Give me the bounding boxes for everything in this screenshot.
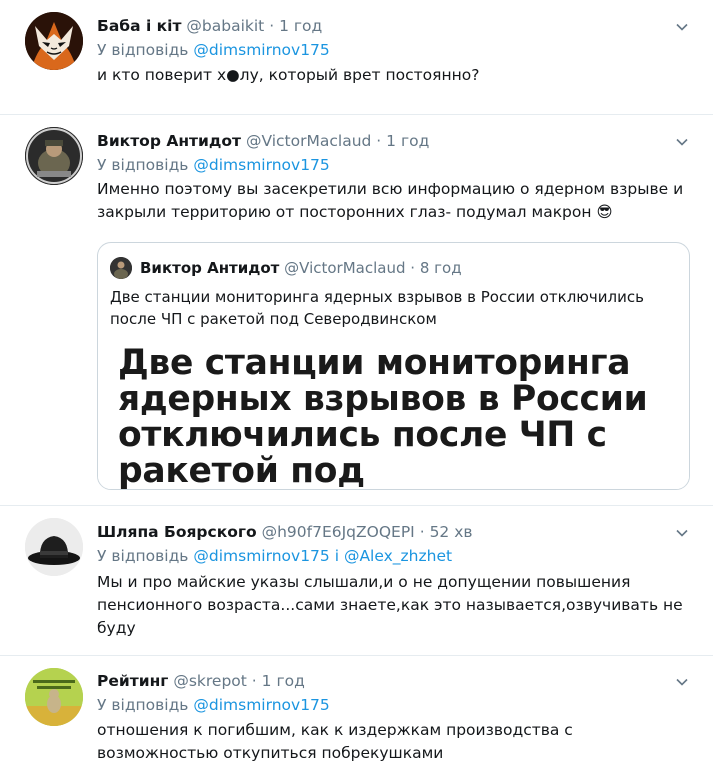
mention-link[interactable]: @dimsmirnov175 xyxy=(193,696,329,714)
chevron-down-icon[interactable] xyxy=(675,20,689,34)
user-handle: @VictorMaclaud xyxy=(284,259,406,277)
timestamp[interactable]: 1 год xyxy=(279,17,322,35)
mention-link[interactable]: @dimsmirnov175 xyxy=(193,156,329,174)
timestamp: 8 год xyxy=(419,259,462,277)
chevron-down-icon[interactable] xyxy=(675,135,689,149)
avatar[interactable] xyxy=(25,518,83,576)
chevron-down-icon[interactable] xyxy=(675,675,689,689)
tweet-text: и кто поверит х●лу, который врет постоян… xyxy=(97,66,480,84)
soldier-avatar-image xyxy=(110,257,132,279)
display-name[interactable]: Баба і кіт xyxy=(97,17,181,35)
mask-avatar-image xyxy=(25,12,83,70)
mention-link[interactable]: @dimsmirnov175 xyxy=(193,41,329,59)
cartoon-avatar-image xyxy=(25,668,83,726)
display-name: Виктор Антидот xyxy=(140,259,280,277)
avatar xyxy=(110,257,132,279)
separator-dot: · xyxy=(410,259,416,277)
tweet-text: Мы и про майские указы слышали,и о не до… xyxy=(97,573,683,637)
quoted-tweet-card[interactable]: Виктор Антидот @VictorMaclaud · 8 год Дв… xyxy=(97,242,690,490)
reply-context: У відповідь @dimsmirnov175 і @Alex_zhzhe… xyxy=(97,546,452,566)
separator-dot: · xyxy=(376,132,382,150)
reply-prefix: У відповідь xyxy=(97,547,189,565)
display-name[interactable]: Шляпа Боярского xyxy=(97,523,257,541)
display-name[interactable]: Виктор Антидот xyxy=(97,132,241,150)
tweet-header: Виктор Антидот @VictorMaclaud · 1 год xyxy=(97,131,429,151)
timestamp[interactable]: 52 хв xyxy=(430,523,473,541)
tweet-text: отношения к погибшим, как к издержкам пр… xyxy=(97,721,573,762)
soldier-avatar-image xyxy=(25,127,83,185)
reply-prefix: У відповідь xyxy=(97,156,189,174)
timestamp[interactable]: 1 год xyxy=(386,132,429,150)
quoted-tweet-text: Две станции мониторинга ядерных взрывов … xyxy=(110,288,644,328)
reply-context: У відповідь @dimsmirnov175 xyxy=(97,695,330,715)
reply-context: У відповідь @dimsmirnov175 xyxy=(97,155,330,175)
tweet-header: Шляпа Боярского @h90f7E6JqZOQEPI · 52 хв xyxy=(97,522,473,542)
tweet[interactable]: Баба і кіт @babaikit · 1 год У відповідь… xyxy=(0,0,713,115)
mention-link[interactable]: @dimsmirnov175 і @Alex_zhzhet xyxy=(193,547,452,565)
chevron-down-icon[interactable] xyxy=(675,526,689,540)
avatar[interactable] xyxy=(25,12,83,70)
hat-avatar-image xyxy=(25,518,83,576)
tweet[interactable]: Шляпа Боярского @h90f7E6JqZOQEPI · 52 хв… xyxy=(0,506,713,656)
timestamp[interactable]: 1 год xyxy=(262,672,305,690)
quoted-tweet-header: Виктор Антидот @VictorMaclaud · 8 год xyxy=(140,258,462,278)
separator-dot: · xyxy=(269,17,275,35)
tweet-header: Баба і кіт @babaikit · 1 год xyxy=(97,16,322,36)
reply-prefix: У відповідь xyxy=(97,41,189,59)
user-handle[interactable]: @babaikit xyxy=(186,17,264,35)
user-handle[interactable]: @h90f7E6JqZOQEPI xyxy=(262,523,415,541)
tweet-header: Рейтинг @skrepot · 1 год xyxy=(97,671,305,691)
user-handle[interactable]: @skrepot xyxy=(173,672,247,690)
reply-prefix: У відповідь xyxy=(97,696,189,714)
quoted-tweet-image[interactable]: Две станции мониторинга ядерных взрывов … xyxy=(98,345,689,490)
tweet[interactable]: Рейтинг @skrepot · 1 год У відповідь @di… xyxy=(0,656,713,775)
display-name[interactable]: Рейтинг xyxy=(97,672,168,690)
reply-context: У відповідь @dimsmirnov175 xyxy=(97,40,330,60)
user-handle[interactable]: @VictorMaclaud xyxy=(246,132,371,150)
separator-dot: · xyxy=(251,672,257,690)
separator-dot: · xyxy=(419,523,425,541)
avatar[interactable] xyxy=(25,127,83,185)
image-headline: Две станции мониторинга ядерных взрывов … xyxy=(118,345,648,490)
tweet-text: Именно поэтому вы засекретили всю информ… xyxy=(97,180,684,221)
avatar[interactable] xyxy=(25,668,83,726)
